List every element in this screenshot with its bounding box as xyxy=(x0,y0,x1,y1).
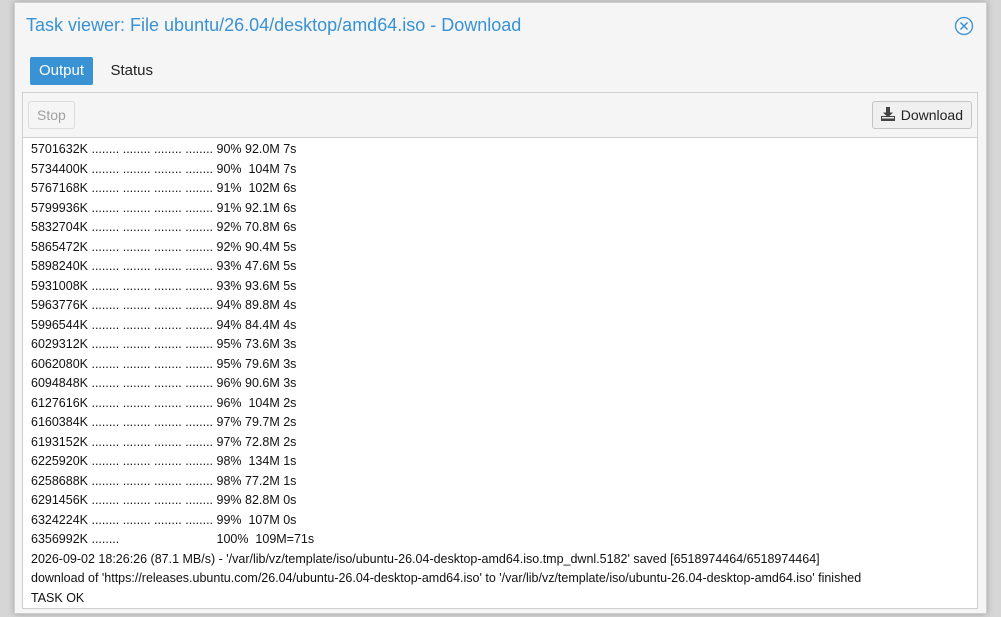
tab-output[interactable]: Output xyxy=(30,57,94,85)
log-line: 6291456K ........ ........ ........ ....… xyxy=(31,493,297,507)
log-line: 5865472K ........ ........ ........ ....… xyxy=(31,239,297,254)
log-line: TASK OK xyxy=(31,590,85,605)
log-line: 5931008K ........ ........ ........ ....… xyxy=(31,278,297,293)
log-line: 5996544K ........ ........ ........ ....… xyxy=(31,317,297,332)
log-line: 2026-09-02 18:26:26 (87.1 MB/s) - '/var/… xyxy=(31,551,820,566)
window-title: Task viewer: File ubuntu/26.04/desktop/a… xyxy=(26,15,522,35)
log-line: 5832704K ........ ........ ........ ....… xyxy=(31,220,297,234)
stop-button[interactable]: Stop xyxy=(28,101,75,129)
output-panel: Stop Download 5701632K ........ ........… xyxy=(22,92,978,609)
log-line: 6062080K ........ ........ ........ ....… xyxy=(31,356,297,371)
log-line: 5767168K ........ ........ ........ ....… xyxy=(31,181,297,195)
download-button-label: Download xyxy=(900,107,963,123)
log-line: 6127616K ........ ........ ........ ....… xyxy=(31,395,297,410)
log-line: 6160384K ........ ........ ........ ....… xyxy=(31,415,297,429)
tab-bar: Output Status xyxy=(30,57,166,85)
output-toolbar: Stop Download xyxy=(23,93,977,138)
title-bar: Task viewer: File ubuntu/26.04/desktop/a… xyxy=(15,3,986,49)
log-line: 5734400K ........ ........ ........ ....… xyxy=(31,161,297,176)
log-line: 5799936K ........ ........ ........ ....… xyxy=(31,200,297,215)
close-icon[interactable] xyxy=(954,16,974,36)
task-log-output[interactable]: 5701632K ........ ........ ........ ....… xyxy=(23,138,977,608)
log-line: 6258688K ........ ........ ........ ....… xyxy=(31,473,297,488)
log-line: 5963776K ........ ........ ........ ....… xyxy=(31,298,297,312)
log-line: 6094848K ........ ........ ........ ....… xyxy=(31,376,297,390)
download-button[interactable]: Download xyxy=(871,101,972,129)
log-line: download of 'https://releases.ubuntu.com… xyxy=(31,571,862,585)
log-line: 6324224K ........ ........ ........ ....… xyxy=(31,512,297,527)
log-line: 5701632K ........ ........ ........ ....… xyxy=(31,142,297,156)
log-line: 6193152K ........ ........ ........ ....… xyxy=(31,434,297,449)
tab-status[interactable]: Status xyxy=(101,57,162,85)
task-viewer-window: Task viewer: File ubuntu/26.04/desktop/a… xyxy=(14,2,987,614)
download-icon xyxy=(880,103,895,121)
log-line: 6029312K ........ ........ ........ ....… xyxy=(31,337,297,351)
log-line: 6356992K ........ 100% 109M=71s xyxy=(31,532,315,546)
log-line: 5898240K ........ ........ ........ ....… xyxy=(31,259,297,273)
log-line: 6225920K ........ ........ ........ ....… xyxy=(31,454,297,468)
